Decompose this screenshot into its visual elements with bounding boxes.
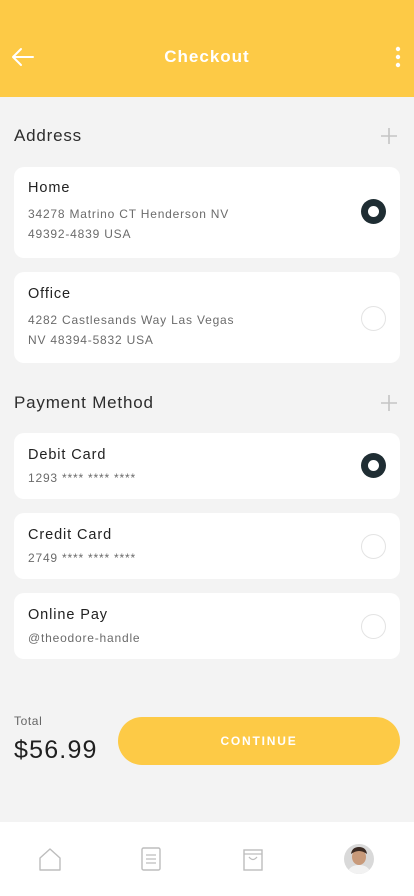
continue-button[interactable]: CONTINUE	[118, 717, 400, 765]
total-label: Total	[14, 714, 43, 728]
payment-detail: @theodore-handle	[28, 631, 141, 645]
payment-label: Credit Card	[28, 527, 113, 543]
nav-bag[interactable]	[238, 844, 268, 874]
address-line-1: 4282 Castlesands Way Las Vegas	[28, 313, 235, 327]
address-section-header: Address	[14, 124, 400, 148]
address-radio-selected[interactable]	[361, 199, 386, 224]
page-title: Checkout	[164, 47, 250, 66]
bottom-nav	[0, 822, 414, 896]
address-line-2: 49392-4839 USA	[28, 227, 132, 241]
add-payment-button[interactable]	[378, 392, 400, 414]
payment-detail: 2749 **** **** ****	[28, 551, 136, 565]
more-menu-button[interactable]	[388, 42, 408, 72]
more-vertical-icon	[395, 46, 401, 68]
address-label: Home	[28, 180, 71, 196]
radio-dot	[368, 460, 379, 471]
payment-section-header: Payment Method	[14, 391, 400, 415]
payment-label: Online Pay	[28, 607, 108, 623]
payment-card-credit[interactable]: Credit Card 2749 **** **** ****	[14, 513, 400, 579]
payment-radio-selected[interactable]	[361, 453, 386, 478]
payment-radio[interactable]	[361, 534, 386, 559]
address-section-title: Address	[14, 126, 82, 145]
app-header: Checkout	[0, 0, 414, 97]
address-line-1: 34278 Matrino CT Henderson NV	[28, 207, 230, 221]
nav-home[interactable]	[35, 844, 65, 874]
nav-orders[interactable]	[136, 844, 166, 874]
add-address-button[interactable]	[378, 125, 400, 147]
bag-icon	[243, 849, 263, 871]
list-icon	[141, 847, 161, 871]
avatar-image	[344, 844, 374, 874]
radio-dot	[368, 206, 379, 217]
payment-section-title: Payment Method	[14, 393, 154, 412]
avatar	[344, 844, 374, 874]
home-icon	[39, 848, 61, 871]
payment-card-online[interactable]: Online Pay @theodore-handle	[14, 593, 400, 659]
payment-detail: 1293 **** **** ****	[28, 471, 136, 485]
address-card-home[interactable]: Home 34278 Matrino CT Henderson NV 49392…	[14, 167, 400, 258]
payment-radio[interactable]	[361, 614, 386, 639]
address-radio[interactable]	[361, 306, 386, 331]
payment-card-debit[interactable]: Debit Card 1293 **** **** ****	[14, 433, 400, 499]
nav-profile[interactable]	[344, 844, 374, 874]
payment-label: Debit Card	[28, 447, 107, 463]
plus-icon	[381, 128, 397, 144]
address-line-2: NV 48394-5832 USA	[28, 333, 154, 347]
total-value: $56.99	[14, 736, 98, 764]
address-label: Office	[28, 286, 72, 302]
address-card-office[interactable]: Office 4282 Castlesands Way Las Vegas NV…	[14, 272, 400, 363]
plus-icon	[381, 395, 397, 411]
